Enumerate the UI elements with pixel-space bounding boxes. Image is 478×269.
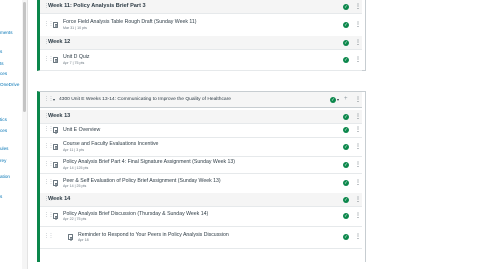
published-check-icon[interactable]: ✓ [343, 21, 349, 28]
course-nav-link[interactable]: ts [0, 61, 4, 66]
module-item-row[interactable]: ⋮⋮ Course and Faculty Evaluations Incenti… [40, 137, 362, 157]
drag-handle-icon[interactable]: ⋮⋮ [44, 213, 54, 218]
published-check-icon[interactable]: ✓ [343, 39, 349, 46]
course-nav-link[interactable]: OneDrive [0, 82, 19, 87]
item-due-points: Apr 11 | 3 pts [63, 147, 85, 152]
item-type-icon [53, 213, 58, 219]
drag-handle-icon[interactable]: ⋮⋮ [44, 21, 54, 27]
module-published-check-icon[interactable]: ✓ [330, 96, 336, 103]
course-nav-link[interactable]: s [0, 194, 2, 199]
week-header-title: Week 11: Policy Analysis Brief Part 3 [48, 3, 146, 10]
published-check-icon[interactable]: ✓ [343, 234, 349, 240]
item-type-icon [53, 161, 58, 168]
module-item-row[interactable]: ⋮⋮ Force Field Analysis Table Rough Draft… [40, 13, 362, 37]
item-due-points: Apr 7 | 75 pts [63, 60, 85, 65]
item-type-icon [68, 234, 73, 240]
kebab-menu-icon[interactable]: ⋮ [355, 114, 361, 120]
module-block-unit-e: ⋮⋮ ▾ 4300 Unit E Weeks 13-14: Communicat… [37, 91, 366, 262]
week-header-title: Week 12 [48, 39, 71, 46]
drag-handle-icon[interactable]: ⋮⋮ [44, 127, 54, 132]
module-item-row[interactable]: ⋮⋮ Policy Analysis Brief Part 4: Final Si… [40, 156, 362, 174]
module-item-row[interactable]: ⋮⋮ Policy Analysis Brief Discussion (Thur… [40, 206, 362, 227]
module-subheader-row[interactable]: ⋮⋮ Week 13 ✓ ⋮ [40, 110, 362, 124]
kebab-menu-icon[interactable]: ⋮ [355, 197, 361, 203]
kebab-menu-icon[interactable]: ⋮ [355, 4, 361, 10]
kebab-menu-icon[interactable]: ⋮ [355, 57, 361, 63]
module-subheader-row[interactable]: ⋮⋮ Week 11: Policy Analysis Brief Part 3 ✓… [40, 0, 362, 14]
collapse-caret-icon[interactable]: ▾ [53, 97, 55, 102]
kebab-menu-icon[interactable]: ⋮ [355, 162, 361, 168]
module-subheader-row[interactable]: ⋮⋮ Week 14 ✓ ⋮ [40, 193, 362, 207]
item-title-link[interactable]: Policy Analysis Brief Part 4: Final Sign… [63, 159, 235, 165]
item-title-link[interactable]: Peer & Self Evaluation of Policy Brief A… [63, 178, 221, 184]
published-check-icon[interactable]: ✓ [343, 180, 349, 186]
course-navigation: ments s ts ces OneDrive tics ces ules rey ation s [0, 0, 22, 269]
published-check-icon[interactable]: ✓ [343, 161, 349, 168]
item-due-points: Apr 18 [78, 238, 89, 242]
kebab-menu-icon[interactable]: ⋮ [355, 22, 361, 28]
course-nav-link[interactable]: ments [0, 30, 13, 35]
week-header-title: Week 13 [48, 113, 71, 120]
modules-content: ⋮⋮ Week 11: Policy Analysis Brief Part 3 ✓… [37, 0, 366, 269]
item-type-icon [53, 127, 58, 133]
published-check-icon[interactable]: ✓ [343, 213, 349, 219]
item-type-icon [53, 143, 58, 150]
module-item-row[interactable]: ⋮⋮ Peer & Self Evaluation of Policy Brief… [40, 173, 362, 194]
item-title-link[interactable]: Force Field Analysis Table Rough Draft (… [63, 19, 197, 25]
module-header[interactable]: ⋮⋮ ▾ 4300 Unit E Weeks 13-14: Communicat… [40, 92, 362, 108]
kebab-menu-icon[interactable]: ⋮ [355, 234, 361, 240]
kebab-menu-icon[interactable]: ⋮ [355, 127, 361, 133]
drag-handle-icon[interactable]: ⋮⋮ [44, 97, 54, 102]
course-nav-link[interactable]: tics [0, 117, 7, 122]
item-due-points: Apr 14 | 25 pts [63, 184, 87, 188]
published-check-icon[interactable]: ✓ [343, 196, 349, 203]
drag-handle-icon[interactable]: ⋮⋮ [44, 56, 54, 62]
add-item-plus-icon[interactable]: + [344, 96, 348, 102]
drag-handle-icon[interactable]: ⋮⋮ [44, 234, 54, 239]
course-nav-link[interactable]: rey [0, 158, 6, 163]
module-block-previous: ⋮⋮ Week 11: Policy Analysis Brief Part 3 ✓… [37, 0, 366, 71]
item-due-points: Apr 22 | 75 pts [63, 217, 87, 221]
module-item-row[interactable]: ⋮⋮ Unit E Overview ✓ ⋮ [40, 123, 362, 138]
module-kebab-menu-icon[interactable]: ⋮ [355, 97, 361, 103]
published-check-icon[interactable]: ✓ [343, 127, 349, 133]
week-header-title: Week 14 [48, 196, 71, 203]
item-due-points: Apr 14 | 125 pts [63, 165, 89, 170]
kebab-menu-icon[interactable]: ⋮ [355, 180, 361, 186]
drag-handle-icon[interactable]: ⋮⋮ [44, 161, 54, 167]
drag-handle-icon[interactable]: ⋮⋮ [44, 180, 54, 185]
publish-menu-caret-icon[interactable]: ▾ [337, 97, 339, 102]
course-nav-link[interactable]: ules [0, 146, 8, 151]
course-nav-scroll-thumb[interactable] [23, 2, 26, 112]
item-due-points: Mar 31 | 10 pts [63, 25, 87, 30]
published-check-icon[interactable]: ✓ [343, 143, 349, 150]
module-subheader-row[interactable]: ⋮⋮ Week 12 ✓ ⋮ [40, 36, 362, 50]
published-check-icon[interactable]: ✓ [343, 3, 349, 10]
kebab-menu-icon[interactable]: ⋮ [355, 144, 361, 150]
course-nav-link[interactable]: ces [0, 128, 7, 133]
published-check-icon[interactable]: ✓ [343, 113, 349, 120]
kebab-menu-icon[interactable]: ⋮ [355, 213, 361, 219]
course-nav-link[interactable]: s [0, 49, 2, 54]
module-item-row[interactable]: ⋮⋮ Unit D Quiz Apr 7 | 75 pts ✓ ⋮ [40, 49, 362, 71]
course-nav-link[interactable]: ces [0, 71, 7, 76]
published-check-icon[interactable]: ✓ [343, 56, 349, 63]
item-title-link[interactable]: Course and Faculty Evaluations Incentive [63, 141, 158, 147]
module-title: 4300 Unit E Weeks 13-14: Communicating t… [59, 96, 231, 102]
kebab-menu-icon[interactable]: ⋮ [355, 40, 361, 46]
item-title-link[interactable]: Policy Analysis Brief Discussion (Thursd… [63, 211, 208, 217]
course-nav-link[interactable]: ation [0, 174, 10, 179]
drag-handle-icon[interactable]: ⋮⋮ [44, 143, 54, 149]
item-title-link[interactable]: Unit E Overview [63, 127, 100, 133]
item-title-link[interactable]: Reminder to Respond to Your Peers in Pol… [78, 232, 229, 238]
item-type-icon [53, 180, 58, 186]
item-type-icon [53, 56, 58, 63]
module-item-row[interactable]: ⋮⋮ Reminder to Respond to Your Peers in P… [40, 226, 362, 249]
item-type-icon [53, 21, 58, 28]
item-title-link[interactable]: Unit D Quiz [63, 54, 90, 60]
